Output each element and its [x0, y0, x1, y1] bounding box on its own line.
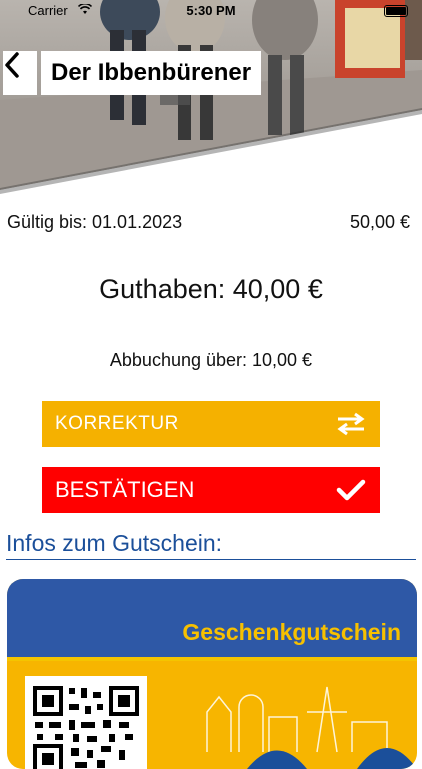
bestaetigen-label: BESTÄTIGEN — [55, 477, 195, 502]
voucher-card-header: Geschenkgutschein — [7, 579, 417, 661]
voucher-card-title: Geschenkgutschein — [182, 619, 401, 645]
voucher-value: 50,00 € — [349, 212, 410, 232]
infos-heading: Infos zum Gutschein: — [6, 530, 416, 560]
valid-row: Gültig bis: 01.01.2023 50,00 € — [7, 212, 410, 236]
page-title: Der Ibbenbürener — [41, 51, 262, 95]
qr-code-pattern — [33, 686, 139, 769]
header-image: Carrier 5:30 PM Der Ibbenbürener — [0, 0, 422, 195]
valid-until: Gültig bis: 01.01.2023 — [7, 212, 183, 232]
debit-amount: Abbuchung über: 10,00 € — [109, 350, 313, 370]
balance: Guthaben: 40,00 € — [99, 274, 323, 304]
chevron-left-icon — [5, 52, 19, 78]
korrektur-button[interactable]: KORREKTUR — [42, 401, 380, 447]
swap-arrows-icon — [337, 412, 365, 436]
street-photo — [0, 0, 422, 195]
voucher-card-image: Geschenkgutschein — [7, 579, 417, 769]
page-title-text: Der Ibbenbürener — [51, 59, 252, 86]
status-bar: Carrier 5:30 PM — [0, 0, 422, 22]
bestaetigen-button[interactable]: BESTÄTIGEN — [42, 467, 380, 513]
battery-icon — [384, 5, 408, 17]
clock: 5:30 PM — [186, 3, 236, 18]
qr-code — [25, 676, 147, 769]
back-button[interactable] — [3, 51, 37, 95]
korrektur-label: KORREKTUR — [55, 413, 179, 434]
checkmark-icon — [336, 479, 366, 501]
